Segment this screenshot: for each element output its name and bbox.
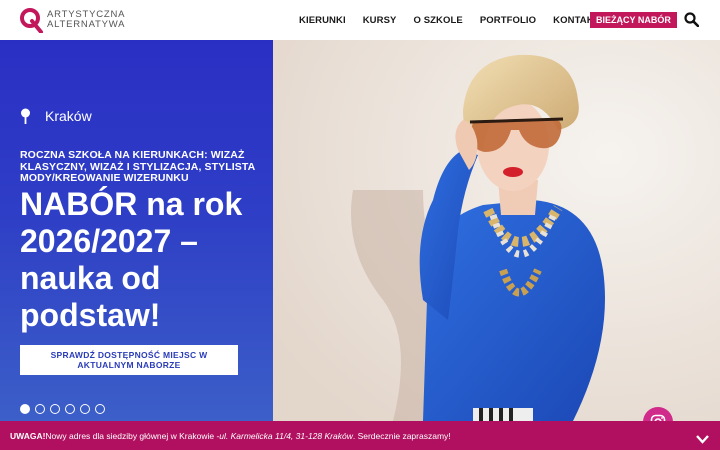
current-enrollment-button[interactable]: BIEŻĄCY NABÓR (590, 12, 677, 28)
search-icon[interactable] (684, 12, 699, 27)
hero-headline: NABÓR na rok 2026/2027 – nauka od podsta… (20, 186, 243, 333)
location: Kraków (20, 108, 92, 124)
logo-text: ARTYSTYCZNA ALTERNATYWA (47, 10, 125, 30)
close-icon[interactable] (696, 433, 709, 446)
hero-subtitle: ROCZNA SZKOŁA NA KIERUNKACH: WIZAŻ KLASY… (20, 149, 255, 184)
slider-dot[interactable] (80, 404, 90, 414)
slider-dot[interactable] (35, 404, 45, 414)
hero-image (273, 40, 720, 421)
slider-dots (20, 404, 110, 414)
location-pin-icon (21, 108, 30, 124)
logo-line2: ALTERNATYWA (47, 19, 126, 30)
nav-item-o-szkole[interactable]: O SZKOLE (413, 15, 462, 26)
aa-logo-icon (20, 8, 43, 33)
main-nav: KIERUNKI KURSY O SZKOLE PORTFOLIO KONTAK… (299, 0, 600, 40)
notice-bar: UWAGA! Nowy adres dla siedziby głównej w… (0, 421, 720, 450)
page: ARTYSTYCZNA ALTERNATYWA KIERUNKI KURSY O… (0, 0, 720, 450)
nav-item-kierunki[interactable]: KIERUNKI (299, 15, 346, 26)
logo[interactable]: ARTYSTYCZNA ALTERNATYWA (19, 7, 125, 33)
notice-address: ul. Karmelicka 11/4, 31-128 Kraków (219, 430, 353, 441)
site-header: ARTYSTYCZNA ALTERNATYWA KIERUNKI KURSY O… (0, 0, 720, 40)
notice-text: Nowy adres dla siedziby głównej w Krakow… (45, 430, 220, 441)
nav-item-portfolio[interactable]: PORTFOLIO (480, 15, 536, 26)
notice-text-end: . Serdecznie zapraszamy! (352, 430, 451, 441)
fashion-model-photo (273, 40, 720, 421)
slider-dot[interactable] (95, 404, 105, 414)
slider-dot[interactable] (50, 404, 60, 414)
slider-dot[interactable] (20, 404, 30, 414)
location-label: Kraków (45, 108, 92, 124)
notice-label: UWAGA! (10, 430, 46, 441)
slider-dot[interactable] (65, 404, 75, 414)
check-availability-button[interactable]: SPRAWDŹ DOSTĘPNOŚĆ MIEJSC W AKTUALNYM NA… (20, 345, 238, 375)
nav-item-kursy[interactable]: KURSY (363, 15, 397, 26)
